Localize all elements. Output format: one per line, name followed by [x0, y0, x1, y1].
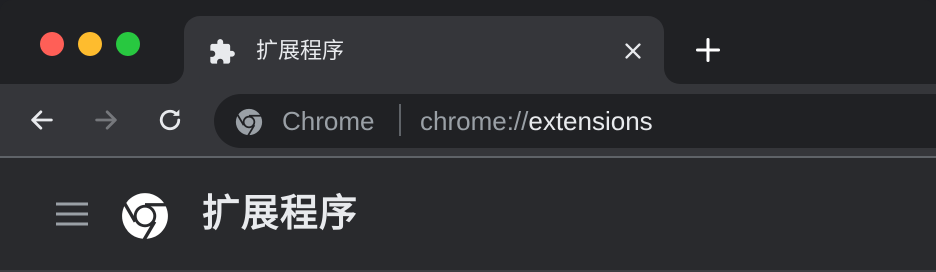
url-text[interactable]: chrome://extensions: [420, 106, 653, 136]
arrow-left-icon[interactable]: [28, 106, 56, 134]
extensions-page-header: 扩展程序: [0, 158, 936, 272]
browser-window: 扩展程序 Chrome chrome://extensions 扩展程序: [0, 0, 936, 272]
close-window-button[interactable]: [40, 32, 64, 56]
reload-icon[interactable]: [156, 106, 184, 134]
hamburger-menu-icon[interactable]: [54, 198, 90, 230]
tab-extensions[interactable]: 扩展程序: [184, 16, 664, 84]
minimize-window-button[interactable]: [78, 32, 102, 56]
plus-icon[interactable]: [694, 36, 722, 64]
chrome-logo-icon: [122, 193, 168, 241]
site-chip-label: Chrome: [282, 106, 375, 136]
tab-title: 扩展程序: [256, 38, 345, 63]
toolbar: Chrome chrome://extensions: [0, 84, 936, 156]
window-controls: [40, 32, 140, 56]
url-scheme: chrome://: [420, 106, 529, 136]
address-bar[interactable]: Chrome chrome://extensions: [214, 94, 936, 148]
close-icon[interactable]: [622, 40, 644, 62]
omnibox-divider: [399, 104, 401, 136]
puzzle-piece-icon: [210, 39, 235, 64]
url-host: extensions: [528, 106, 653, 136]
tab-strip: 扩展程序: [0, 0, 936, 84]
arrow-right-icon[interactable]: [92, 106, 120, 134]
zoom-window-button[interactable]: [116, 32, 140, 56]
chrome-icon: [235, 108, 263, 137]
page-title: 扩展程序: [202, 193, 359, 235]
